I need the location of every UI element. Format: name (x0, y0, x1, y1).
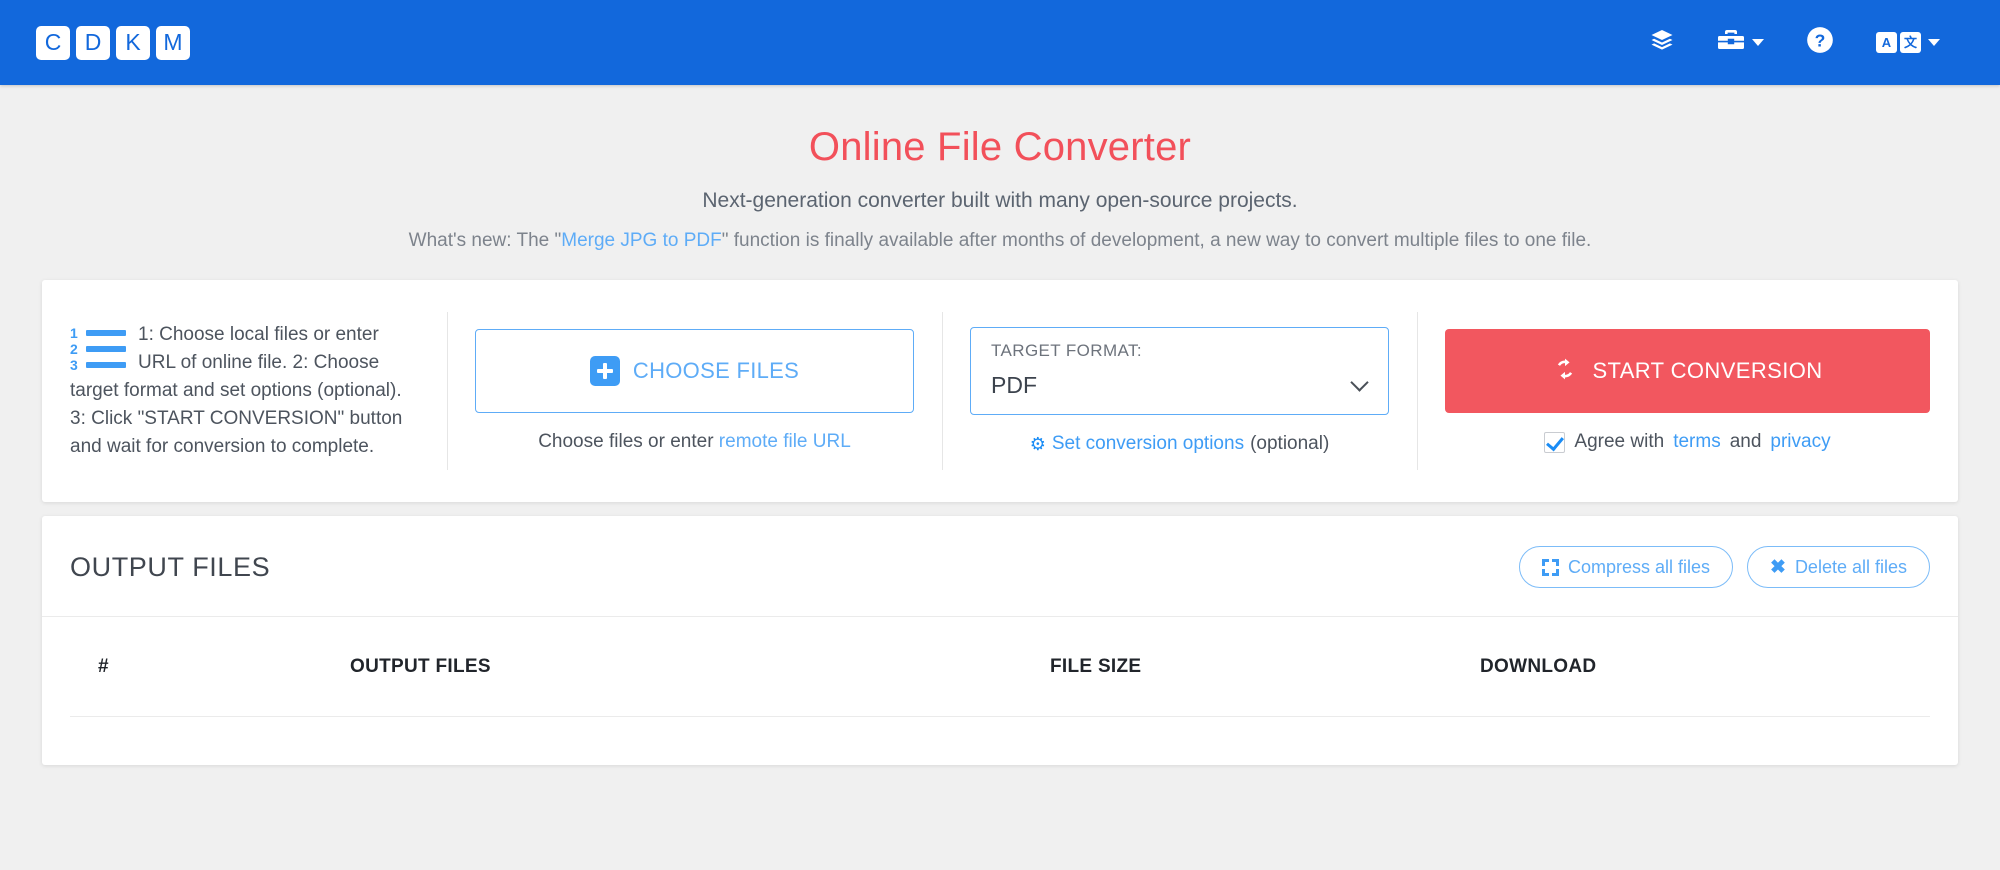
set-conversion-options-link[interactable]: Set conversion options (1052, 433, 1244, 455)
output-files-card: OUTPUT FILES Compress all files ✖ Delete… (42, 516, 1958, 765)
target-format-column: TARGET FORMAT: PDF ⚙ Set conversion opti… (942, 280, 1417, 502)
delete-all-files-label: Delete all files (1794, 556, 1907, 577)
choose-files-button[interactable]: CHOOSE FILES (475, 329, 914, 413)
nav-tools-button[interactable] (1717, 28, 1764, 57)
language-box-latin: A (1876, 32, 1897, 53)
instructions-column: 1 2 3 1: Choose local files or enter URL… (42, 280, 447, 502)
agree-prefix: Agree with (1574, 431, 1665, 452)
gear-icon: ⚙ (1029, 434, 1046, 454)
language-icon: A 文 (1876, 32, 1921, 53)
ordered-list-row-1: 1 (70, 325, 126, 341)
start-conversion-column: START CONVERSION Agree with terms and pr… (1417, 280, 1958, 502)
start-conversion-button[interactable]: START CONVERSION (1445, 329, 1930, 413)
column-header-files: OUTPUT FILES (350, 655, 491, 677)
instructions-text-block: 1 2 3 1: Choose local files or enter URL… (70, 321, 419, 461)
plus-icon (589, 356, 620, 386)
start-conversion-label: START CONVERSION (1592, 358, 1823, 383)
ordered-list-bar-2 (86, 346, 126, 353)
help-icon: ? (1806, 26, 1834, 59)
choose-files-hint-prefix: Choose files or enter (538, 431, 719, 452)
svg-text:?: ? (1815, 30, 1826, 50)
converter-steps-card: 1 2 3 1: Choose local files or enter URL… (42, 280, 1958, 502)
output-files-table-header: # OUTPUT FILES FILE SIZE DOWNLOAD (70, 617, 1930, 717)
brand-letter-c: C (36, 25, 70, 60)
ordered-list-bar-3 (86, 362, 126, 369)
whats-new-prefix: What's new: The " (408, 230, 562, 251)
ordered-list-number-3: 3 (70, 357, 78, 374)
merge-jpg-to-pdf-link[interactable]: Merge JPG to PDF (561, 230, 722, 251)
chevron-down-icon (1752, 39, 1764, 46)
brand-logo[interactable]: C D K M (36, 25, 190, 60)
delete-all-files-button[interactable]: ✖ Delete all files (1747, 546, 1930, 588)
whats-new-line: What's new: The "Merge JPG to PDF" funct… (0, 230, 2000, 252)
nav-help-button[interactable]: ? (1806, 26, 1834, 59)
whats-new-suffix: " function is finally available after mo… (721, 230, 1592, 251)
target-format-select[interactable]: TARGET FORMAT: PDF (970, 327, 1389, 415)
conversion-options-row: ⚙ Set conversion options (optional) (970, 433, 1389, 455)
ordered-list-number-1: 1 (70, 325, 78, 342)
brand-letter-d: D (76, 25, 110, 60)
column-header-filesize: FILE SIZE (1050, 655, 1142, 677)
nav-language-button[interactable]: A 文 (1876, 32, 1940, 53)
compress-icon (1541, 558, 1559, 576)
remote-file-url-link[interactable]: remote file URL (719, 431, 851, 452)
hero-section: Online File Converter Next-generation co… (0, 85, 2000, 252)
output-files-header: OUTPUT FILES Compress all files ✖ Delete… (42, 516, 1958, 617)
ordered-list-row-3: 3 (70, 357, 126, 373)
column-header-download: DOWNLOAD (1480, 655, 1597, 677)
chevron-down-icon (1928, 39, 1940, 46)
page-title: Online File Converter (808, 125, 1192, 169)
agree-middle: and (1729, 431, 1762, 452)
brand-letter-m: M (156, 25, 190, 60)
privacy-link[interactable]: privacy (1770, 431, 1830, 453)
nav-layers-button[interactable] (1649, 28, 1675, 57)
column-header-index: # (98, 655, 109, 677)
toolbox-icon (1717, 28, 1745, 57)
agree-terms-checkbox[interactable] (1544, 431, 1566, 453)
conversion-options-suffix: (optional) (1250, 433, 1330, 454)
output-files-table: # OUTPUT FILES FILE SIZE DOWNLOAD (42, 617, 1958, 765)
agree-terms-row: Agree with terms and privacy (1445, 431, 1930, 453)
ordered-list-bar-1 (86, 330, 126, 337)
target-format-label: TARGET FORMAT: (991, 341, 1143, 360)
choose-files-hint: Choose files or enter remote file URL (475, 431, 914, 453)
compress-all-files-label: Compress all files (1567, 556, 1711, 577)
navbar-actions: ? A 文 (1649, 26, 1968, 59)
output-files-title: OUTPUT FILES (70, 551, 271, 582)
language-box-cjk: 文 (1900, 32, 1921, 53)
layers-icon (1649, 28, 1675, 57)
ordered-list-icon: 1 2 3 (70, 325, 126, 373)
ordered-list-number-2: 2 (70, 341, 78, 358)
terms-link[interactable]: terms (1673, 431, 1721, 453)
choose-files-column: CHOOSE FILES Choose files or enter remot… (447, 280, 942, 502)
close-icon: ✖ (1770, 556, 1786, 578)
compress-all-files-button[interactable]: Compress all files (1518, 546, 1734, 588)
target-format-value: PDF (991, 372, 1037, 398)
brand-letter-k: K (116, 25, 150, 60)
ordered-list-row-2: 2 (70, 341, 126, 357)
refresh-icon (1552, 356, 1578, 387)
choose-files-label: CHOOSE FILES (632, 358, 800, 383)
output-files-actions: Compress all files ✖ Delete all files (1518, 546, 1930, 588)
page-subtitle: Next-generation converter built with man… (702, 189, 1298, 212)
output-files-table-body (70, 717, 1930, 765)
top-navbar: C D K M ? A 文 (0, 0, 2000, 85)
